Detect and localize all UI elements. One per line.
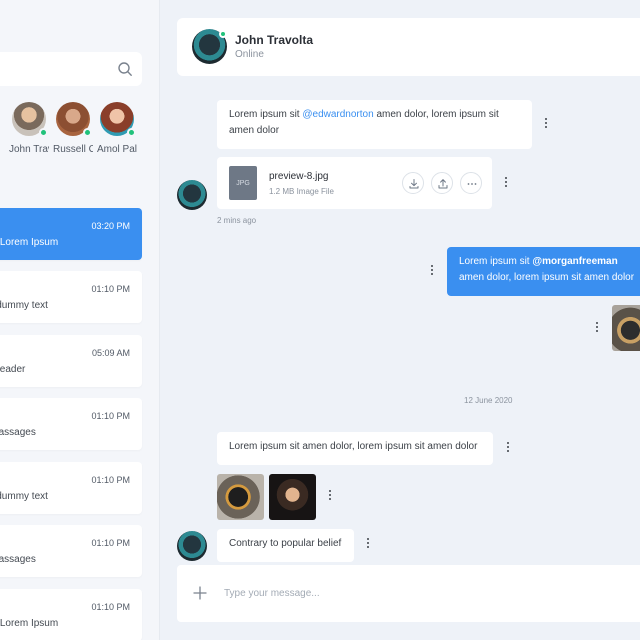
- online-indicator: [219, 30, 227, 38]
- message-text: Lorem ipsum sit: [229, 109, 303, 120]
- file-attachment: JPG preview-8.jpg 1.2 MB Image File: [217, 157, 492, 209]
- contact-name[interactable]: John Travolta: [235, 33, 313, 47]
- conversation-item[interactable]: 01:10 PM There are many variations of pa…: [0, 525, 142, 577]
- shared-photo[interactable]: [269, 474, 316, 520]
- conversation-time: 01:10 PM: [91, 602, 130, 612]
- message-options-icon[interactable]: [505, 442, 511, 456]
- search-icon[interactable]: [117, 61, 133, 77]
- story-name: Russell Crowe: [53, 144, 93, 155]
- conversation-time: 01:10 PM: [91, 475, 130, 485]
- contact-status: Online: [235, 49, 264, 60]
- story-item[interactable]: Russell Crowe: [53, 102, 93, 155]
- sender-avatar[interactable]: [177, 180, 207, 210]
- date-divider: 12 June 2020: [464, 396, 513, 405]
- conversation-time: 01:10 PM: [91, 538, 130, 548]
- conversation-item[interactable]: 03:20 PM Contrary to popular belief, Lor…: [0, 208, 142, 260]
- conversation-item[interactable]: 01:10 PM There are many variations of pa…: [0, 398, 142, 450]
- file-size: 1.2 MB Image File: [269, 187, 334, 196]
- message-options-icon[interactable]: [429, 265, 435, 279]
- online-indicator: [127, 128, 136, 137]
- more-button[interactable]: [460, 172, 482, 194]
- story-item[interactable]: John Travolta: [9, 102, 49, 155]
- story-name: Amol Palekar: [97, 144, 137, 155]
- search-box[interactable]: [0, 52, 142, 86]
- file-type-badge: JPG: [236, 180, 250, 187]
- message-text: Lorem ipsum sit: [459, 256, 533, 267]
- conversation-time: 01:10 PM: [91, 284, 130, 294]
- file-type-icon: JPG: [229, 166, 257, 200]
- message-text: Lorem ipsum sit amen dolor, lorem ipsum …: [229, 441, 478, 452]
- message-options-icon[interactable]: [543, 118, 549, 132]
- conversation-preview: There are many variations of passages: [0, 554, 36, 565]
- conversation-preview: Contrary to popular belief, Lorem Ipsum: [0, 618, 59, 629]
- download-icon: [409, 179, 419, 189]
- sender-avatar[interactable]: [177, 531, 207, 561]
- share-icon: [438, 179, 448, 189]
- share-button[interactable]: [431, 172, 453, 194]
- online-indicator: [39, 128, 48, 137]
- download-button[interactable]: [402, 172, 424, 194]
- conversation-preview: It is a long established fact that a rea…: [0, 364, 26, 375]
- avatar: [100, 102, 136, 137]
- message-input[interactable]: [224, 583, 524, 603]
- avatar: [12, 102, 48, 137]
- conversation-time: 05:09 AM: [91, 348, 130, 358]
- file-name: preview-8.jpg: [269, 171, 329, 182]
- conversation-preview: Lorem Ipsum is simply dummy text: [0, 491, 48, 502]
- shared-photo[interactable]: [612, 305, 640, 351]
- message-text: amen dolor, lorem ipsum sit amen dolor: [459, 272, 635, 283]
- incoming-message: Contrary to popular belief: [217, 529, 354, 562]
- avatar: [56, 102, 92, 137]
- chat-header: John Travolta Online: [177, 18, 640, 76]
- chat-sidebar: John Travolta Russell Crowe Amol Palekar…: [0, 0, 160, 640]
- message-options-icon[interactable]: [594, 322, 600, 336]
- message-options-icon[interactable]: [365, 538, 371, 552]
- conversation-item[interactable]: 05:09 AM It is a long established fact t…: [0, 335, 142, 387]
- message-timestamp: 2 mins ago: [217, 216, 257, 225]
- incoming-message: Lorem ipsum sit @edwardnorton amen dolor…: [217, 100, 532, 149]
- incoming-message: Lorem ipsum sit amen dolor, lorem ipsum …: [217, 432, 493, 465]
- conversation-item[interactable]: 01:10 PM Contrary to popular belief, Lor…: [0, 589, 142, 640]
- story-item[interactable]: Amol Palekar: [97, 102, 137, 155]
- conversation-preview: Contrary to popular belief, Lorem Ipsum: [0, 237, 59, 248]
- conversation-item[interactable]: 01:10 PM Lorem Ipsum is simply dummy tex…: [0, 271, 142, 323]
- plus-icon[interactable]: [193, 586, 207, 600]
- message-text: Contrary to popular belief: [229, 538, 342, 549]
- mention-link[interactable]: @morganfreeman: [532, 256, 617, 267]
- shared-photo[interactable]: [217, 474, 264, 520]
- conversation-preview: Lorem Ipsum is simply dummy text: [0, 300, 48, 311]
- conversation-time: 03:20 PM: [91, 221, 130, 231]
- mention-link[interactable]: @edwardnorton: [302, 109, 373, 120]
- conversation-item[interactable]: 01:10 PM Lorem Ipsum is simply dummy tex…: [0, 462, 142, 514]
- more-icon: [467, 183, 477, 185]
- conversation-time: 01:10 PM: [91, 411, 130, 421]
- outgoing-message: Lorem ipsum sit @morganfreeman amen dolo…: [447, 247, 640, 296]
- message-options-icon[interactable]: [503, 177, 509, 191]
- online-indicator: [83, 128, 92, 137]
- story-name: John Travolta: [9, 144, 49, 155]
- conversation-preview: There are many variations of passages: [0, 427, 36, 438]
- message-options-icon[interactable]: [327, 490, 333, 504]
- message-composer: [177, 565, 640, 622]
